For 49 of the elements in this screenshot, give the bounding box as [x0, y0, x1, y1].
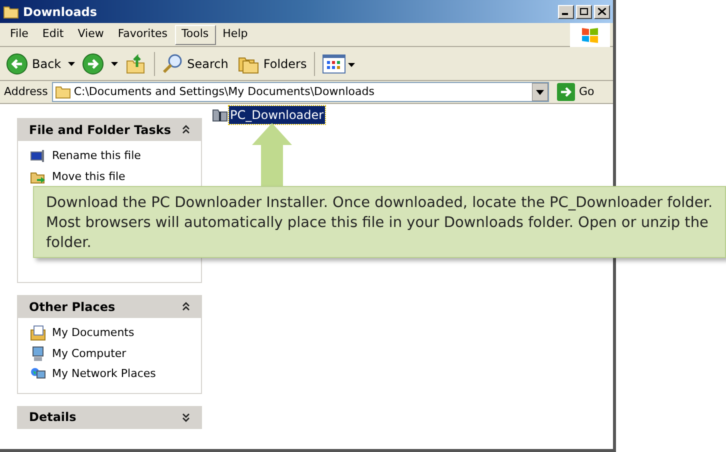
- go-button[interactable]: Go: [553, 83, 609, 101]
- documents-folder-icon: [30, 325, 46, 342]
- minimize-button[interactable]: [558, 4, 574, 18]
- panel-title: File and Folder Tasks: [29, 122, 172, 138]
- dropdown-caret-icon[interactable]: [111, 62, 118, 66]
- views-icon[interactable]: [322, 52, 356, 74]
- zip-folder-icon: [212, 108, 228, 122]
- rename-icon: [30, 148, 46, 164]
- dropdown-caret-icon[interactable]: [68, 62, 76, 66]
- dropdown-arrow-icon[interactable]: [532, 83, 548, 101]
- menu-item[interactable]: File: [3, 24, 36, 44]
- address-field[interactable]: C:\Documents and Settings\My Documents\Downloads: [52, 82, 549, 102]
- task-link[interactable]: My Computer: [52, 346, 126, 362]
- task-link[interactable]: My Documents: [52, 325, 134, 342]
- maximize-icon: [580, 8, 588, 15]
- windows-logo-icon: [581, 26, 599, 44]
- folder-icon: [54, 85, 71, 99]
- expand-icon[interactable]: [182, 412, 190, 422]
- menu-item[interactable]: Tools: [174, 24, 216, 44]
- window-title: Downloads: [23, 4, 98, 20]
- maximize-button[interactable]: [576, 4, 592, 18]
- folders-button[interactable]: Folders: [238, 54, 307, 74]
- menu-item[interactable]: Favorites: [110, 24, 175, 44]
- menu-item[interactable]: View: [70, 24, 111, 44]
- address-text: C:\Documents and Settings\My Documents\Downloads: [74, 84, 376, 100]
- panel-header[interactable]: File and Folder Tasks: [17, 118, 202, 141]
- panel-title: Other Places: [29, 298, 116, 316]
- menu-item[interactable]: Edit: [35, 24, 71, 44]
- folder-icon: [3, 4, 19, 18]
- close-icon: [598, 8, 606, 15]
- computer-icon: [30, 346, 46, 362]
- panel-header[interactable]: Other Places: [17, 295, 202, 318]
- up-folder-icon[interactable]: [125, 52, 148, 74]
- file-name[interactable]: PC_Downloader: [229, 106, 325, 124]
- menu-item[interactable]: Help: [216, 24, 255, 44]
- back-button[interactable]: Back: [6, 52, 62, 74]
- collapse-icon[interactable]: [182, 125, 190, 134]
- address-label: Address: [4, 84, 48, 100]
- task-link[interactable]: Rename this file: [52, 148, 141, 164]
- task-link[interactable]: My Network Places: [52, 366, 156, 382]
- search-icon: [162, 52, 184, 74]
- collapse-icon[interactable]: [182, 302, 190, 311]
- panel-header[interactable]: Details: [17, 406, 202, 428]
- close-button[interactable]: [594, 4, 610, 18]
- search-button[interactable]: Search: [162, 52, 228, 74]
- forward-button-icon[interactable]: [82, 52, 104, 74]
- callout-text: Download the PC Downloader Installer. Once downloaded, locate the PC_Downloader folder. Most browsers will automatically place this file in your Downloads folder. Open or unzip the folder.: [46, 194, 713, 253]
- panel-title: Details: [29, 409, 76, 426]
- task-link[interactable]: Move this file: [52, 168, 126, 185]
